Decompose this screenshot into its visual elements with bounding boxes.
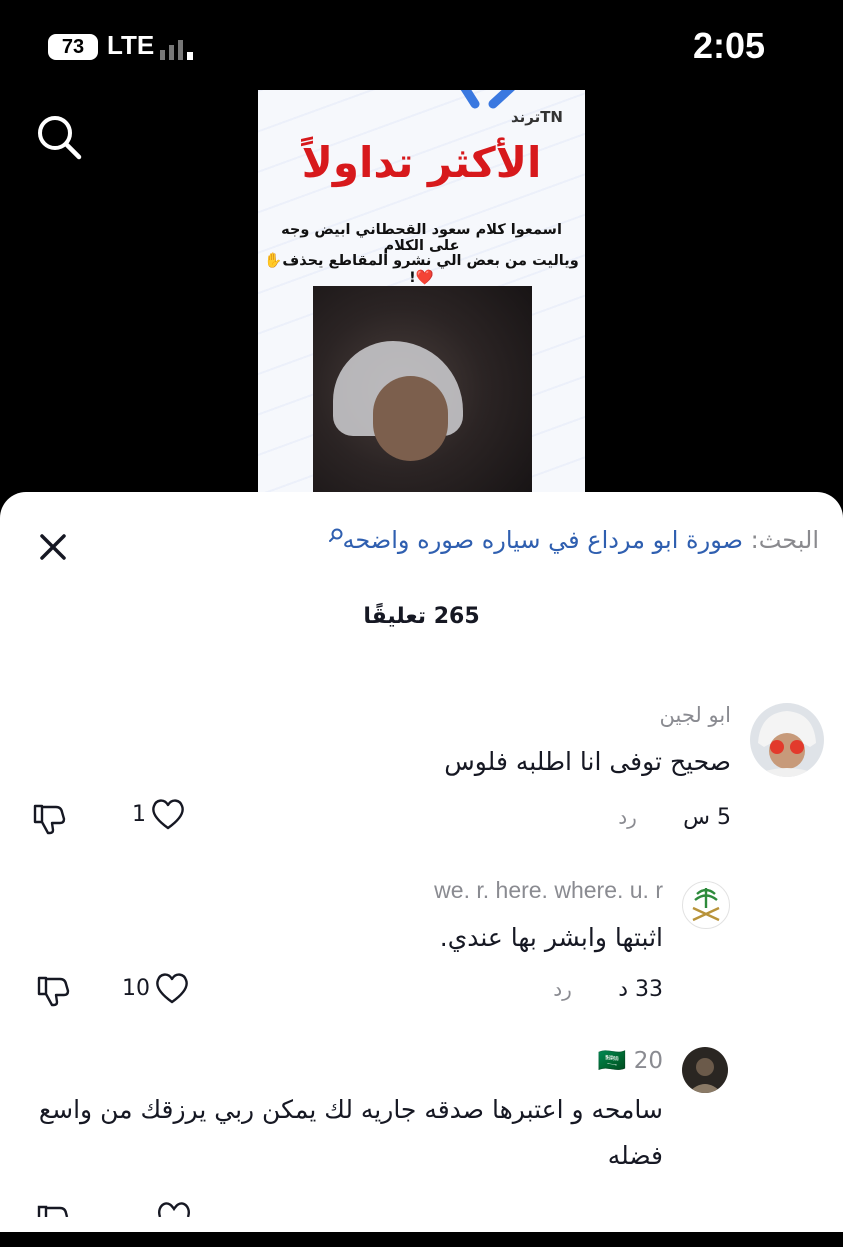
comment-text: صحيح توفى انا اطلبه فلوس: [444, 747, 731, 776]
thumbs-down-icon[interactable]: [36, 975, 70, 1007]
thumbs-down-icon[interactable]: [32, 803, 66, 835]
comment-text: سامحه و اعتبرها صدقه جاريه لك يمكن ربي ي…: [38, 1095, 663, 1170]
comment-item: we. r. here. where. u. r اثبتها وابشر به…: [0, 877, 843, 1037]
brand-label: ترندTN: [510, 108, 563, 126]
comments-sheet: البحث: صورة ابو مرداع في سياره صوره واضح…: [0, 492, 843, 1232]
comment-age: 5 س: [683, 805, 731, 830]
comment-username[interactable]: we. r. here. where. u. r: [434, 877, 663, 904]
close-icon[interactable]: [36, 530, 70, 564]
clock: 2:05: [692, 25, 765, 66]
avatar[interactable]: [682, 881, 730, 929]
video-frame: [313, 286, 532, 510]
search-icon: [328, 528, 342, 542]
heart-icon[interactable]: [156, 1197, 192, 1217]
comment-count: 265 تعليقًا: [363, 604, 480, 629]
avatar[interactable]: [682, 1047, 728, 1093]
avatar-image: [688, 1058, 722, 1093]
video-caption-line2: وياليت من بعض الي نشرو المقاطع يحذف✋❤️!: [264, 253, 579, 286]
video-caption-line1: اسمعوا كلام سعود القحطاني ابيض وجه على ا…: [281, 222, 562, 254]
comment-meta: 33 د رد: [553, 977, 663, 1002]
battery-indicator: 73: [48, 34, 98, 60]
comment-item: 20 🇸🇦 سامحه و اعتبرها صدقه جاريه لك يمكن…: [0, 1047, 843, 1247]
signal-strength-icon: [160, 40, 193, 60]
avatar-image: [750, 711, 824, 777]
related-search[interactable]: البحث: صورة ابو مرداع في سياره صوره واضح…: [259, 526, 819, 566]
network-label: LTE: [107, 30, 155, 60]
like-count: 10: [122, 975, 150, 1001]
avatar[interactable]: [750, 703, 824, 777]
video-preview[interactable]: ترندTN الأكثر تداولاً اسمعوا كلام سعود ا…: [258, 90, 585, 510]
avatar-image: [692, 888, 720, 922]
like-button[interactable]: 10: [122, 971, 190, 1005]
person-face: [373, 376, 448, 461]
heart-icon: [156, 973, 188, 1004]
search-prefix: البحث:: [750, 526, 819, 554]
reply-button[interactable]: رد: [553, 977, 572, 1001]
comment-item: ابو لجين صحيح توفى انا اطلبه فلوس 5 س رد…: [0, 697, 843, 857]
comment-meta: 5 س رد: [618, 805, 731, 830]
like-count: 1: [132, 801, 146, 827]
comment-username[interactable]: 20 🇸🇦: [598, 1047, 663, 1074]
search-icon[interactable]: [34, 112, 84, 162]
like-button[interactable]: 1: [132, 797, 186, 831]
video-headline: الأكثر تداولاً: [301, 138, 542, 187]
reply-button[interactable]: رد: [618, 805, 637, 829]
comment-username[interactable]: ابو لجين: [660, 703, 731, 727]
heart-icon: [152, 799, 184, 830]
search-query-link[interactable]: صورة ابو مرداع في سياره صوره واضحه: [343, 526, 743, 554]
comment-age: 33 د: [618, 977, 663, 1002]
status-bar: 73 LTE 2:05: [0, 0, 843, 90]
comment-text: اثبتها وابشر بها عندي.: [439, 923, 663, 952]
thumbs-down-icon[interactable]: [36, 1197, 70, 1217]
